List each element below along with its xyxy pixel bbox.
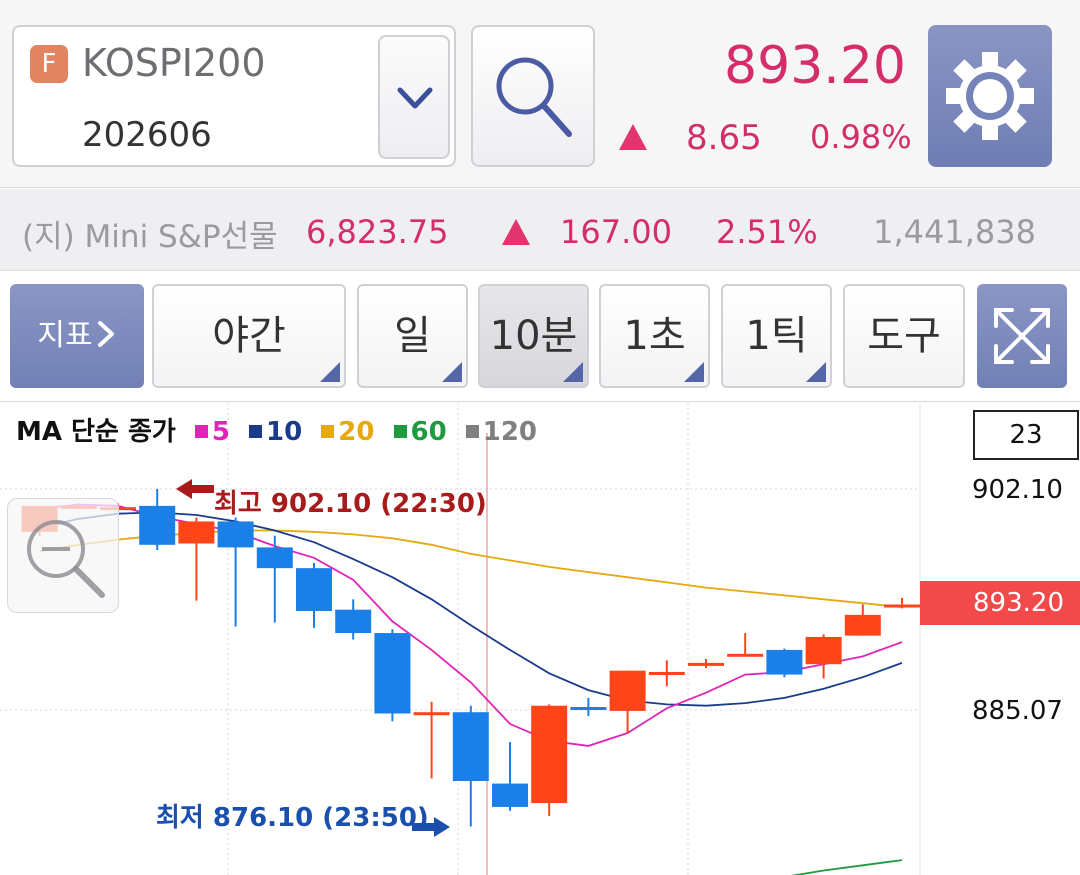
ma10-swatch	[249, 424, 262, 438]
high-label: 최고 902.10 (22:30)	[214, 489, 487, 519]
candle-body	[296, 568, 332, 611]
y-axis-label-mid: 885.07	[972, 696, 1063, 726]
low-label: 최저 876.10 (23:50)	[156, 803, 429, 833]
chart-grid	[0, 403, 921, 875]
ma-legend-title: MA 단순 종가	[16, 417, 176, 447]
zoom-out-icon	[27, 520, 105, 598]
period-second-label: 1초	[623, 313, 686, 359]
ma20-label: 20	[338, 417, 375, 447]
candle-body	[884, 604, 920, 608]
up-arrow-icon	[619, 124, 647, 150]
ma120-label: 120	[482, 417, 538, 447]
ticker-price: 6,823.75	[306, 213, 449, 251]
candle-body	[374, 633, 411, 714]
session-label: 야간	[212, 313, 286, 359]
ma20-swatch	[321, 424, 335, 438]
candle-body	[844, 614, 881, 636]
candle-body	[570, 707, 607, 711]
current-price-tag: 893.20	[920, 581, 1080, 625]
period-day-label: 일	[394, 313, 431, 359]
ma60-label: 60	[410, 417, 447, 447]
candle-body	[688, 662, 724, 666]
ticker-change-percent: 2.51%	[716, 213, 818, 251]
gear-icon	[946, 52, 1034, 140]
y-axis-label-high: 902.10	[972, 475, 1063, 505]
candle-body	[609, 670, 646, 711]
tools-button[interactable]: 도구	[843, 284, 965, 388]
ticker-volume: 1,441,838	[873, 213, 1036, 251]
candles	[21, 489, 920, 827]
price-change-percent: 0.98%	[810, 118, 912, 156]
search-button[interactable]	[471, 25, 595, 167]
chevron-right-icon	[97, 321, 114, 347]
dropdown-corner-icon	[563, 362, 583, 382]
ma5-swatch	[194, 424, 208, 438]
period-minute-button[interactable]: 10분	[478, 284, 589, 388]
dropdown-corner-icon	[320, 362, 340, 382]
candle-body	[335, 609, 372, 634]
candle-body	[139, 505, 176, 545]
up-arrow-icon	[502, 219, 530, 245]
current-price: 893.20	[724, 36, 906, 96]
futures-badge: F	[30, 45, 68, 83]
chevron-down-icon	[397, 87, 433, 109]
symbol-selector[interactable]: F KOSPI200 202606	[12, 25, 456, 167]
ma60-line	[790, 859, 903, 875]
price-change: 8.65	[686, 118, 762, 158]
candle-body	[256, 547, 293, 569]
expand-icon	[994, 308, 1050, 364]
symbol-name: KOSPI200	[82, 41, 266, 85]
candle-body	[492, 783, 528, 807]
symbol-dropdown-button[interactable]	[378, 35, 450, 159]
dropdown-corner-icon	[442, 362, 462, 382]
period-minute-label: 10분	[489, 313, 578, 359]
related-ticker-bar[interactable]: (지) Mini S&P선물 6,823.75 167.00 2.51% 1,4…	[0, 189, 1080, 271]
candle-count-box[interactable]: 23	[973, 410, 1079, 460]
candle-body	[805, 636, 842, 665]
session-button[interactable]: 야간	[152, 284, 346, 388]
symbol-code: 202606	[82, 115, 212, 155]
candle-body	[766, 649, 803, 675]
high-arrow-icon	[176, 479, 214, 499]
zoom-out-button[interactable]	[7, 498, 119, 613]
search-icon	[496, 57, 572, 137]
ma-legend[interactable]: MA 단순 종가 5 10 20 60 120	[16, 411, 537, 448]
period-second-button[interactable]: 1초	[599, 284, 710, 388]
candle-body	[413, 712, 450, 716]
chart-toolbar: 지표 야간 일 10분 1초 1틱 도구	[0, 272, 1080, 402]
candle-body	[727, 653, 764, 657]
ma10-label: 10	[266, 417, 303, 447]
settings-button[interactable]	[928, 25, 1052, 167]
period-day-button[interactable]: 일	[357, 284, 468, 388]
candle-body	[531, 705, 568, 804]
period-tick-label: 1틱	[745, 313, 808, 359]
ma120-swatch	[465, 424, 479, 438]
candle-body	[648, 671, 685, 675]
candle-body	[217, 521, 254, 548]
dropdown-corner-icon	[684, 362, 704, 382]
candlestick-chart[interactable]: MA 단순 종가 5 10 20 60 120 23 902.10 885.07…	[0, 403, 1080, 875]
period-tick-button[interactable]: 1틱	[721, 284, 832, 388]
ma5-label: 5	[211, 417, 230, 447]
dropdown-corner-icon	[806, 362, 826, 382]
indicator-label: 지표	[37, 318, 93, 353]
quote-header: F KOSPI200 202606 893.20 8.65 0.98%	[0, 0, 1080, 188]
fullscreen-button[interactable]	[977, 284, 1067, 388]
ticker-name: (지) Mini S&P선물	[22, 219, 278, 255]
indicator-button[interactable]: 지표	[10, 284, 144, 388]
tools-label: 도구	[867, 313, 941, 359]
candle-body	[452, 712, 489, 781]
ma60-swatch	[393, 424, 407, 438]
candle-body	[178, 521, 215, 544]
ticker-change: 167.00	[560, 213, 672, 251]
